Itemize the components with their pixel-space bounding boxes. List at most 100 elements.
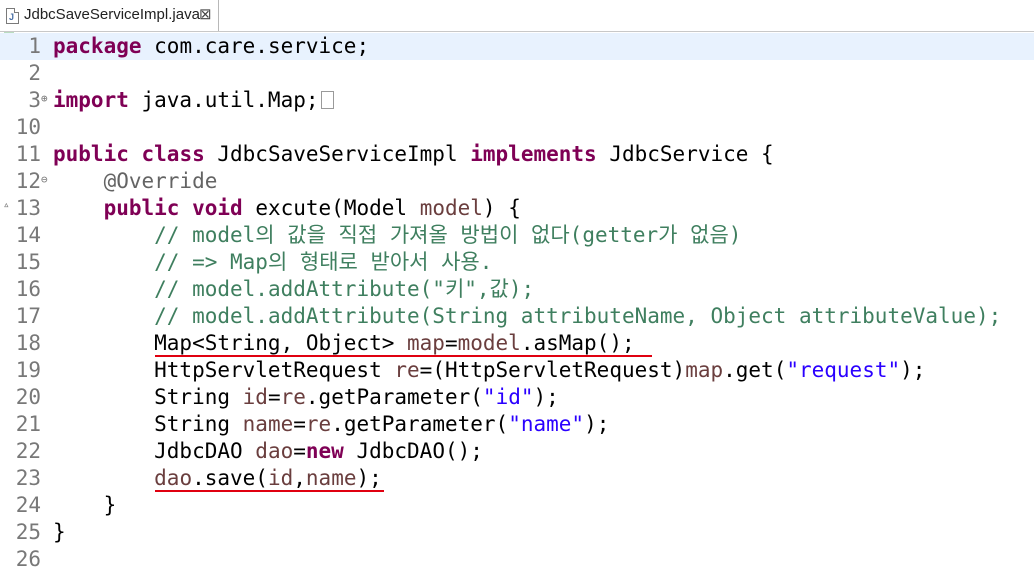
code-token: .getParameter( — [331, 412, 509, 436]
folded-imports-box[interactable] — [320, 91, 334, 109]
code-token: "name" — [508, 412, 585, 436]
code-token: JdbcSaveServiceImpl — [204, 142, 471, 166]
code-token: re — [394, 358, 420, 382]
line-number: 15 — [15, 250, 41, 274]
code-token: name — [242, 412, 294, 436]
code-token: = — [293, 439, 306, 463]
code-line-14[interactable]: 14 // model의 값을 직접 가져올 방법이 없다(getter가 없음… — [0, 222, 1034, 249]
code-line-24[interactable]: 24 } — [0, 492, 1034, 519]
code-text: String id=re.getParameter("id"); — [53, 384, 559, 411]
collapse-fold-icon[interactable]: ⊖ — [41, 174, 48, 185]
code-text: Map<String, Object> map=model.asMap(); — [53, 330, 635, 357]
code-token: =(HttpServletRequest) — [419, 358, 686, 382]
code-token: "request" — [786, 358, 901, 382]
code-token: = — [444, 331, 458, 355]
code-text: // model.addAttribute("키",값); — [53, 276, 534, 303]
line-number: 17 — [15, 304, 41, 328]
line-number: 14 — [15, 223, 41, 247]
code-token: JdbcDAO(); — [343, 439, 483, 463]
code-token: .getParameter( — [305, 385, 483, 409]
code-line-12[interactable]: 12 @Override ⊖ — [0, 168, 1034, 195]
code-line-21[interactable]: 21 String name=re.getParameter("name"); — [0, 411, 1034, 438]
code-line-25[interactable]: 25} — [0, 519, 1034, 546]
code-token: map — [685, 358, 724, 382]
code-text: package com.care.service; — [53, 33, 369, 60]
code-line-13[interactable]: 13 public void excute(Model model) {▵ — [0, 195, 1034, 222]
code-token: re — [280, 385, 306, 409]
code-token: // model.addAttribute("키",값); — [154, 277, 535, 301]
code-token: ); — [356, 466, 382, 490]
code-text: public class JdbcSaveServiceImpl impleme… — [53, 141, 774, 168]
code-token: id — [242, 385, 268, 409]
code-token: re — [305, 412, 332, 436]
code-token: ); — [584, 412, 610, 436]
line-number: 25 — [15, 520, 41, 544]
code-token: // model.addAttribute(String attributeNa… — [154, 304, 1002, 328]
expand-fold-icon[interactable]: ⊕ — [41, 93, 48, 104]
line-number: 11 — [15, 142, 41, 166]
code-token: package — [53, 34, 142, 58]
code-text: } — [53, 519, 66, 546]
line-number: 10 — [15, 115, 41, 139]
line-number: 16 — [15, 277, 41, 301]
code-line-17[interactable]: 17 // model.addAttribute(String attribut… — [0, 303, 1034, 330]
code-line-16[interactable]: 16 // model.addAttribute("키",값); — [0, 276, 1034, 303]
code-text: JdbcDAO dao=new JdbcDAO(); — [53, 438, 483, 465]
line-number: 1 — [28, 34, 41, 58]
code-line-18[interactable]: 18 Map<String, Object> map=model.asMap()… — [0, 330, 1034, 357]
code-token: public — [53, 142, 129, 166]
code-line-22[interactable]: 22 JdbcDAO dao=new JdbcDAO(); — [0, 438, 1034, 465]
code-text: dao.save(id,name); — [53, 465, 382, 492]
code-line-3[interactable]: 3 import java.util.Map; ⊕ — [0, 87, 1034, 114]
red-underline-save — [155, 490, 384, 492]
override-marker-icon[interactable]: ▵ — [3, 199, 10, 210]
code-token: ); — [533, 385, 559, 409]
java-file-icon: J — [6, 8, 19, 24]
code-token: // => Map의 형태로 받아서 사용. — [154, 250, 493, 274]
code-text: // model의 값을 직접 가져올 방법이 없다(getter가 없음) — [53, 222, 741, 249]
code-token: com.care.service; — [141, 34, 370, 58]
code-token: dao — [154, 466, 193, 490]
red-underline-asmap — [155, 355, 652, 357]
code-line-1[interactable]: 1 package com.care.service; — [0, 33, 1034, 60]
code-token: ); — [900, 358, 926, 382]
code-line-23[interactable]: 23 dao.save(id,name); — [0, 465, 1034, 492]
close-tab-icon[interactable]: ⊠ — [199, 5, 212, 23]
code-line-15[interactable]: 15 // => Map의 형태로 받아서 사용. — [0, 249, 1034, 276]
code-token: JdbcService { — [596, 142, 774, 166]
code-text: HttpServletRequest re=(HttpServletReques… — [53, 357, 925, 384]
editor-tab[interactable]: J JdbcSaveServiceImpl.java ⊠ — [0, 0, 219, 31]
code-token: model — [457, 331, 521, 355]
code-token: , — [293, 466, 306, 490]
code-token: ) { — [482, 196, 521, 220]
line-number: 18 — [15, 331, 41, 355]
code-token: .asMap(); — [520, 331, 635, 355]
code-line-2[interactable]: 2 — [0, 60, 1034, 87]
line-number: 20 — [15, 385, 41, 409]
code-token: String — [53, 412, 243, 436]
code-token: class — [141, 142, 205, 166]
line-number: 12 — [15, 169, 41, 193]
code-token: HttpServletRequest — [53, 358, 395, 382]
code-token: } — [53, 520, 66, 544]
code-token: = — [293, 412, 306, 436]
code-token: .save( — [192, 466, 268, 490]
code-line-20[interactable]: 20 String id=re.getParameter("id"); — [0, 384, 1034, 411]
code-line-26[interactable]: 26 — [0, 546, 1034, 573]
code-text: public void excute(Model model) { — [53, 195, 521, 222]
code-text: String name=re.getParameter("name"); — [53, 411, 609, 438]
code-line-10[interactable]: 10 — [0, 114, 1034, 141]
code-text: // => Map의 형태로 받아서 사용. — [53, 249, 492, 276]
line-number: 19 — [15, 358, 41, 382]
code-line-11[interactable]: 11 public class JdbcSaveServiceImpl imple… — [0, 141, 1034, 168]
code-token: void — [192, 196, 243, 220]
code-token: excute(Model — [242, 196, 420, 220]
code-line-19[interactable]: 19 HttpServletRequest re=(HttpServletReq… — [0, 357, 1034, 384]
